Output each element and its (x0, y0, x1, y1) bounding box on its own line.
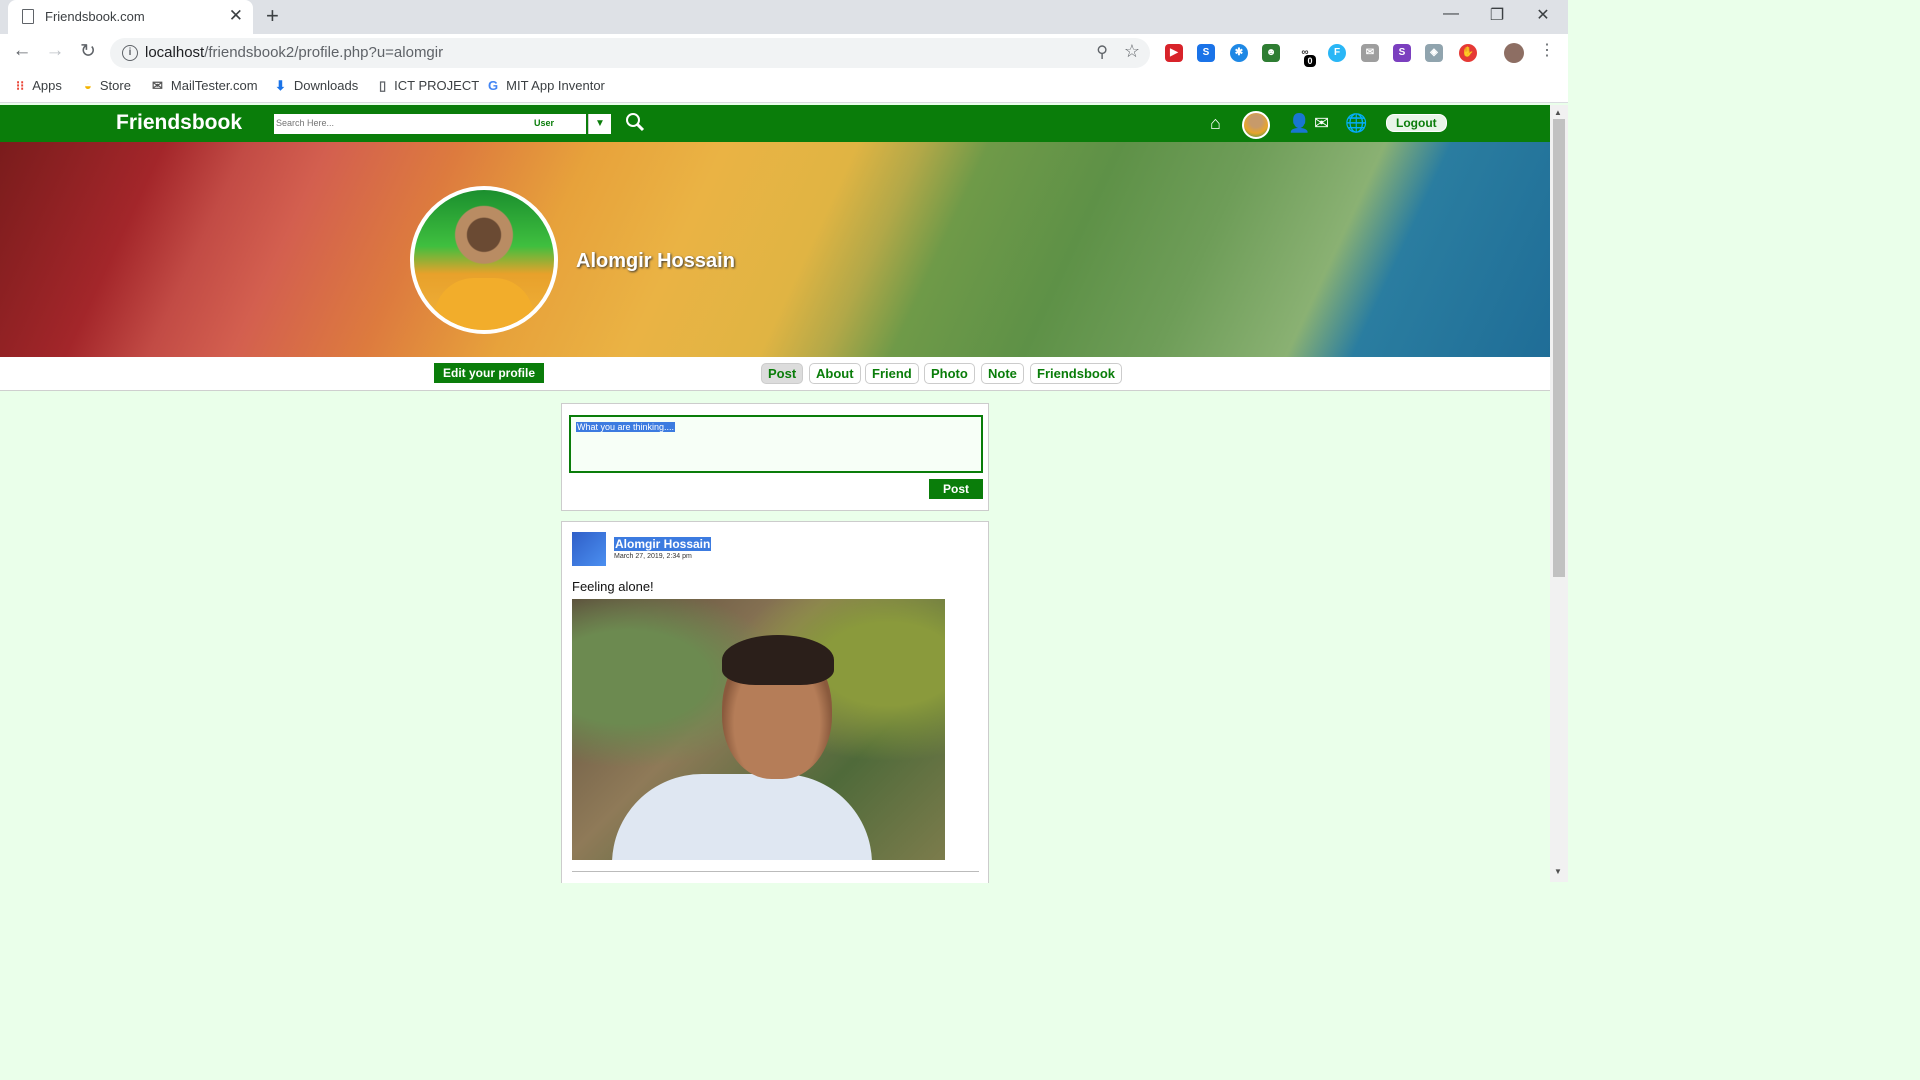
reload-icon[interactable]: ↻ (75, 40, 101, 63)
extension-s-icon[interactable]: S (1197, 44, 1215, 62)
url-text: localhost/friendsbook2/profile.php?u=alo… (145, 44, 444, 61)
extension-youtube-icon[interactable]: ▶ (1165, 44, 1183, 62)
site-info-icon[interactable]: i (122, 45, 138, 61)
minimize-icon[interactable]: — (1436, 5, 1466, 23)
extension-mail-icon[interactable]: ✉ (1361, 44, 1379, 62)
post-author-name[interactable]: Alomgir Hossain (614, 537, 712, 551)
browser-toolbar: ← → ↻ i localhost/friendsbook2/profile.p… (0, 34, 1568, 72)
search-type-select[interactable]: User (534, 118, 554, 128)
tab-photo[interactable]: Photo (924, 363, 975, 384)
tab-about[interactable]: About (809, 363, 861, 384)
new-tab-icon[interactable]: + (266, 3, 279, 29)
extension-ftl-icon[interactable]: F (1328, 44, 1346, 62)
extension-frog-icon[interactable]: ☻ (1262, 44, 1280, 62)
tab-post[interactable]: Post (761, 363, 804, 384)
textarea-placeholder: What you are thinking.... (576, 422, 676, 432)
address-bar[interactable]: i localhost/friendsbook2/profile.php?u=a… (110, 38, 1150, 68)
google-icon: G (488, 78, 499, 93)
page-icon: ▯ (379, 78, 387, 93)
back-icon[interactable]: ← (9, 40, 35, 62)
profile-nav: Edit your profile Post About Friend Phot… (0, 357, 1550, 391)
post-divider (572, 871, 979, 872)
browser-tab[interactable]: Friendsbook.com ✕ (8, 0, 253, 34)
extension-star-icon[interactable]: ✱ (1230, 44, 1248, 62)
home-icon[interactable]: ⌂ (1210, 113, 1221, 134)
bookmark-mit-app-inventor[interactable]: G MIT App Inventor (488, 78, 605, 93)
bookmark-store[interactable]: ◒ Store (84, 78, 131, 93)
chevron-down-icon[interactable]: ▼ (588, 114, 611, 134)
bookmark-ict-project[interactable]: ▯ ICT PROJECT (379, 78, 479, 94)
post-image[interactable] (572, 599, 945, 860)
profile-avatar-icon[interactable] (1504, 43, 1524, 63)
bookmarks-bar: ⁝⁝ Apps ◒ Store ✉ MailTester.com ⬇ Downloads… (0, 72, 1568, 103)
menu-icon[interactable]: ⋮ (1534, 40, 1560, 60)
restore-icon[interactable]: ❐ (1482, 5, 1512, 25)
search-input[interactable] (276, 115, 516, 131)
extension-shield-icon[interactable]: ◈ (1425, 44, 1443, 62)
globe-icon[interactable]: 🌐 (1345, 113, 1367, 134)
extension-s2-icon[interactable]: S (1393, 44, 1411, 62)
site-logo[interactable]: Friendsbook (116, 111, 242, 135)
scroll-up-icon[interactable]: ▲ (1554, 108, 1562, 117)
forward-icon[interactable]: → (42, 40, 68, 62)
user-icon[interactable]: 👤 (1288, 113, 1310, 134)
avatar[interactable] (1242, 111, 1270, 139)
close-tab-icon[interactable]: ✕ (229, 6, 243, 26)
apps-grid-icon: ⁝⁝ (16, 78, 25, 93)
page-icon (22, 9, 34, 24)
messages-icon[interactable]: ✉ (1314, 113, 1329, 134)
post-textarea[interactable]: What you are thinking.... (569, 415, 983, 473)
post-card: Alomgir Hossain March 27, 2019, 2:34 pm … (561, 521, 989, 883)
extension-block-icon[interactable]: ✋ (1459, 44, 1477, 62)
post-author-avatar[interactable] (572, 532, 606, 566)
search-icon[interactable] (625, 112, 645, 137)
bookmark-apps[interactable]: ⁝⁝ Apps (16, 78, 62, 94)
bookmark-downloads[interactable]: ⬇ Downloads (275, 78, 358, 94)
post-composer: What you are thinking.... Post (561, 403, 989, 511)
download-icon: ⬇ (275, 78, 286, 93)
cover-photo (0, 142, 1550, 357)
mailtester-icon: ✉ (152, 78, 163, 93)
tab-title: Friendsbook.com (45, 9, 145, 24)
tab-friendsbook[interactable]: Friendsbook (1030, 363, 1123, 384)
site-header: Friendsbook User ▼ ⌂ 👤 ✉ 🌐 Logout (0, 105, 1550, 142)
zoom-icon[interactable]: ⚲ (1096, 42, 1108, 62)
profile-picture[interactable] (410, 186, 558, 334)
post-date: March 27, 2019, 2:34 pm (614, 553, 692, 560)
store-icon: ◒ (84, 78, 92, 93)
extension-badge: 0 (1304, 55, 1316, 67)
tab-friend[interactable]: Friend (865, 363, 919, 384)
bookmark-mailtester[interactable]: ✉ MailTester.com (152, 78, 258, 94)
post-button[interactable]: Post (929, 479, 984, 499)
scroll-down-icon[interactable]: ▼ (1554, 867, 1562, 876)
vertical-scrollbar[interactable]: ▲ ▼ (1550, 105, 1568, 882)
edit-profile-button[interactable]: Edit your profile (434, 363, 545, 383)
bookmark-star-icon[interactable]: ☆ (1124, 41, 1140, 62)
browser-tab-strip: Friendsbook.com ✕ + — ❐ ✕ (0, 0, 1568, 34)
scrollbar-thumb[interactable] (1553, 119, 1565, 577)
logout-button[interactable]: Logout (1386, 114, 1447, 132)
profile-name: Alomgir Hossain (576, 250, 735, 272)
search-box: User ▼ (274, 114, 611, 134)
post-text: Feeling alone! (572, 579, 654, 594)
window-close-icon[interactable]: ✕ (1528, 5, 1558, 25)
tab-note[interactable]: Note (981, 363, 1024, 384)
